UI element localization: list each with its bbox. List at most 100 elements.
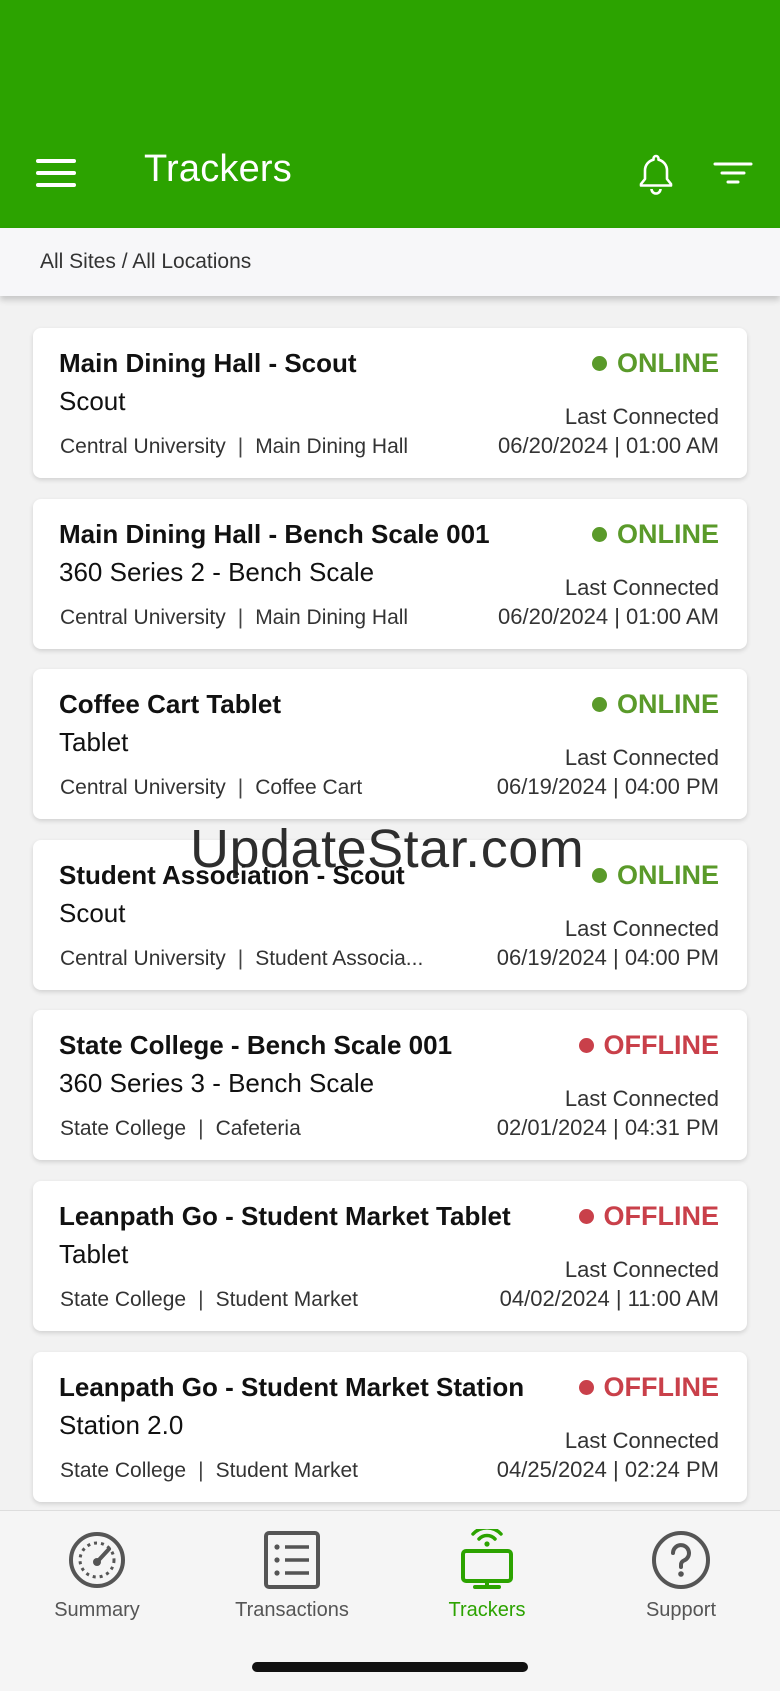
nav-transactions-label: Transactions: [235, 1599, 349, 1621]
tracker-type: Scout: [59, 386, 126, 416]
separator: |: [237, 776, 244, 799]
last-connected-label: Last Connected: [564, 575, 719, 600]
nav-trackers-label: Trackers: [448, 1599, 526, 1621]
last-connected-label: Last Connected: [564, 1257, 719, 1282]
status-dot-icon: [591, 697, 607, 712]
status-badge: ONLINE: [591, 689, 719, 720]
tracker-location: Central University | Main Dining Hall: [60, 606, 408, 630]
separator: |: [198, 1288, 204, 1311]
tracker-location-name: Student Associa...: [255, 947, 424, 970]
tracker-name: Main Dining Hall - Bench Scale 001: [59, 519, 490, 549]
status-dot-icon: [591, 868, 607, 883]
status-text: ONLINE: [616, 519, 719, 549]
nav-trackers[interactable]: Trackers: [402, 1529, 572, 1639]
separator: |: [237, 947, 244, 970]
nav-transactions[interactable]: Transactions: [207, 1529, 377, 1639]
last-connected-time: 04/25/2024 | 02:24 PM: [496, 1457, 719, 1482]
tracker-site: Central University: [60, 435, 226, 458]
tracker-site: Central University: [60, 606, 226, 629]
tracker-site: Central University: [60, 776, 226, 799]
last-connected-time: 06/20/2024 | 01:00 AM: [498, 604, 719, 629]
nav-support-label: Support: [645, 1599, 717, 1621]
tracker-type: Scout: [59, 898, 126, 928]
tracker-location-name: Student Market: [215, 1288, 358, 1311]
status-text: ONLINE: [616, 860, 719, 890]
tracker-type: 360 Series 3 - Bench Scale: [59, 1068, 375, 1098]
tracker-site: State College: [60, 1459, 187, 1482]
status-text: ONLINE: [616, 689, 719, 719]
tracker-card[interactable]: Coffee Cart Tablet Tablet Central Universi…: [33, 669, 747, 819]
separator: |: [237, 606, 244, 629]
tracker-card[interactable]: Main Dining Hall - Scout Scout Central Uni…: [33, 328, 747, 478]
status-dot-icon: [591, 356, 607, 371]
tracker-location-name: Cafeteria: [215, 1117, 301, 1140]
status-badge: ONLINE: [591, 519, 719, 550]
tracker-name: Leanpath Go - Student Market Station: [59, 1372, 525, 1402]
tracker-location: Central University | Student Associa...: [60, 947, 423, 971]
status-dot-icon: [578, 1038, 594, 1053]
status-badge: OFFLINE: [578, 1201, 720, 1232]
tracker-location-name: Student Market: [215, 1459, 358, 1482]
last-connected-label: Last Connected: [564, 1428, 719, 1453]
tracker-site: State College: [60, 1288, 187, 1311]
status-text: OFFLINE: [603, 1201, 720, 1231]
last-connected-time: 06/19/2024 | 04:00 PM: [496, 945, 719, 970]
last-connected-time: 06/19/2024 | 04:00 PM: [496, 774, 719, 799]
tracker-type: Station 2.0: [59, 1410, 184, 1440]
tracker-type: 360 Series 2 - Bench Scale: [59, 557, 375, 587]
tracker-card[interactable]: Leanpath Go - Student Market Tablet Table…: [33, 1181, 747, 1331]
home-indicator: [252, 1662, 528, 1672]
status-text: OFFLINE: [603, 1372, 720, 1402]
last-connected-label: Last Connected: [564, 1086, 719, 1111]
tracker-location: Central University | Coffee Cart: [60, 776, 362, 800]
nav-summary[interactable]: Summary: [12, 1529, 182, 1639]
tracker-card[interactable]: State College - Bench Scale 001 360 Serie…: [33, 1010, 747, 1160]
status-badge: OFFLINE: [578, 1030, 720, 1061]
tracker-type: Tablet: [59, 727, 129, 757]
tracker-site: State College: [60, 1117, 187, 1140]
list-icon: [264, 1531, 320, 1589]
status-text: ONLINE: [616, 348, 719, 378]
separator: |: [198, 1459, 204, 1482]
last-connected-time: 04/02/2024 | 11:00 AM: [499, 1286, 719, 1311]
last-connected-label: Last Connected: [564, 916, 719, 941]
tracker-name: State College - Bench Scale 001: [59, 1030, 453, 1060]
bell-icon[interactable]: [636, 152, 676, 196]
trackers-screen: Trackers All Sites / All Locations Main …: [0, 0, 780, 1691]
tracker-site: Central University: [60, 947, 226, 970]
help-icon: [652, 1531, 710, 1589]
status-text: OFFLINE: [603, 1030, 720, 1060]
filter-icon[interactable]: [712, 154, 754, 194]
tracker-location: State College | Cafeteria: [60, 1117, 301, 1141]
breadcrumb-text: All Sites / All Locations: [40, 250, 252, 273]
tracker-location-name: Coffee Cart: [255, 776, 363, 799]
page-title: Trackers: [144, 148, 292, 190]
speedometer-icon: [69, 1532, 125, 1588]
tracker-name: Coffee Cart Tablet: [59, 689, 281, 719]
tracker-name: Main Dining Hall - Scout: [59, 348, 357, 378]
tracker-location: State College | Student Market: [60, 1288, 358, 1312]
tracker-location: State College | Student Market: [60, 1459, 358, 1483]
last-connected-label: Last Connected: [564, 404, 719, 429]
breadcrumb[interactable]: All Sites / All Locations: [0, 228, 780, 296]
tracker-type: Tablet: [59, 1239, 129, 1269]
tracker-card[interactable]: Main Dining Hall - Bench Scale 001 360 Se…: [33, 499, 747, 649]
separator: |: [198, 1117, 204, 1140]
nav-summary-label: Summary: [54, 1599, 140, 1621]
hamburger-menu-icon[interactable]: [30, 150, 82, 196]
status-badge: OFFLINE: [578, 1372, 720, 1403]
app-header: Trackers: [0, 0, 780, 228]
status-dot-icon: [578, 1209, 594, 1224]
tracker-list: Main Dining Hall - Scout Scout Central Uni…: [0, 296, 780, 1510]
nav-support[interactable]: Support: [596, 1529, 766, 1639]
tracker-name: Leanpath Go - Student Market Tablet: [59, 1201, 511, 1231]
last-connected-label: Last Connected: [564, 745, 719, 770]
watermark: UpdateStar.com: [190, 819, 585, 879]
status-badge: ONLINE: [591, 348, 719, 379]
separator: |: [237, 435, 244, 458]
status-badge: ONLINE: [591, 860, 719, 891]
tracker-card[interactable]: Leanpath Go - Student Market Station Stat…: [33, 1352, 747, 1502]
last-connected-time: 06/20/2024 | 01:00 AM: [498, 433, 719, 458]
tracker-location: Central University | Main Dining Hall: [60, 435, 408, 459]
status-dot-icon: [578, 1380, 594, 1395]
